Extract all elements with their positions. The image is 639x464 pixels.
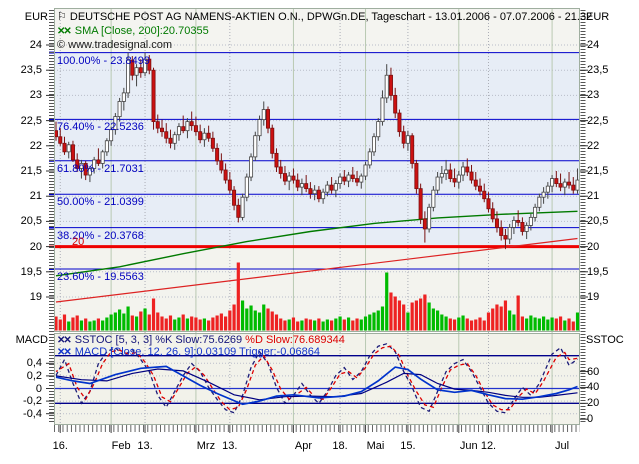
price-tick-label-right: 22,5	[587, 115, 608, 127]
price-tick-label-left: 19,5	[0, 266, 42, 278]
price-tick-label-right: 19	[587, 291, 599, 303]
stoch-tick-label: 40	[587, 381, 599, 393]
price-tick-label-right: 21	[587, 190, 599, 202]
red-hline-label: 20	[72, 236, 84, 248]
stoch-k-legend-text: SSTOC [5, 3, 3] %K Slow:75.6269	[75, 334, 242, 346]
price-tick-label-right: 23	[587, 89, 599, 101]
macd-legend-text: MACD [Close, 12, 26, 9]:0.03109 Trigger:…	[75, 346, 320, 358]
macd-tick-label: -0,4	[0, 408, 42, 420]
formula-icon: ✕✕	[57, 26, 70, 37]
x-axis-tick-label: 16.	[53, 440, 68, 452]
stoch-tick-label: 60	[587, 366, 599, 378]
price-tick-label-left: 22	[0, 140, 42, 152]
sma-legend[interactable]: ✕✕ SMA [Close, 200]:20.70355	[57, 25, 209, 38]
price-tick-label-left: 21,5	[0, 165, 42, 177]
x-axis-tick-label: Mai	[367, 440, 385, 452]
macd-tick-label: -0,2	[0, 395, 42, 407]
stoch-tick-label: 20	[587, 397, 599, 409]
stoch-axis-title: SSTOC	[586, 334, 624, 346]
price-tick-label-right: 19,5	[587, 266, 608, 278]
formula-icon: ✕✕	[57, 347, 70, 358]
x-axis-tick-label: 13.	[222, 440, 237, 452]
sma-legend-text: SMA [Close, 200]:20.70355	[75, 25, 209, 37]
x-axis-tick-label: 15.	[400, 440, 415, 452]
formula-icon: ✕✕	[57, 335, 70, 346]
price-tick-label-right: 20,5	[587, 215, 608, 227]
macd-tick-label: 0,4	[0, 357, 42, 369]
macd-axis-title: MACD	[0, 334, 48, 346]
price-tick-label-right: 24	[587, 39, 599, 51]
price-tick-label-left: 19	[0, 291, 42, 303]
price-tick-label-right: 22	[587, 140, 599, 152]
x-axis-tick-label: 13.	[137, 440, 152, 452]
fib-level-label: 38.20% - 20.3768	[57, 230, 144, 242]
macd-tick-label: 0	[0, 383, 42, 395]
copyright-text: © www.tradesignal.com	[57, 39, 172, 51]
price-tick-label-left: 21	[0, 190, 42, 202]
fib-level-label: 76.40% - 22.5236	[57, 121, 144, 133]
price-tick-label-left: 20	[0, 241, 42, 253]
price-tick-label-left: 24	[0, 39, 42, 51]
fib-level-label: 61.80% - 21.7031	[57, 163, 144, 175]
price-tick-label-right: 20	[587, 241, 599, 253]
x-axis-tick-label: 12.	[481, 440, 496, 452]
x-axis-tick-label: Mrz	[197, 440, 215, 452]
macd-tick-label: 0,2	[0, 370, 42, 382]
chart-title: ⚐DEUTSCHE POST AG NAMENS-AKTIEN O.N., DP…	[57, 11, 592, 23]
x-axis-tick-label: Jul	[555, 440, 569, 452]
x-axis-tick-label: 18.	[332, 440, 347, 452]
fib-level-label: 100.00% - 23.8499	[57, 55, 150, 67]
x-axis-tick-label: Feb	[112, 440, 131, 452]
stoch-tick-label: 0	[587, 413, 593, 425]
price-tick-label-right: 21,5	[587, 165, 608, 177]
x-axis-tick-label: Jun	[460, 440, 478, 452]
macd-legend[interactable]: ✕✕ MACD [Close, 12, 26, 9]:0.03109 Trigge…	[57, 346, 320, 359]
chart-title-text: DEUTSCHE POST AG NAMENS-AKTIEN O.N., DPW…	[70, 11, 592, 23]
price-tick-label-left: 23	[0, 89, 42, 101]
tradesignal-chart-window: EUR EUR MACD SSTOC ⚐DEUTSCHE POST AG NAM…	[0, 0, 639, 464]
x-axis-tick-label: Apr	[295, 440, 312, 452]
price-tick-label-left: 23,5	[0, 64, 42, 76]
stoch-d-legend-text: %D Slow:76.689344	[245, 334, 345, 346]
fib-level-label: 23.60% - 19.5563	[57, 271, 144, 283]
flag-icon: ⚐	[57, 11, 67, 23]
price-tick-label-right: 23,5	[587, 64, 608, 76]
price-axis-unit-left: EUR	[0, 11, 48, 23]
price-tick-label-left: 22,5	[0, 115, 42, 127]
fib-level-label: 50.00% - 21.0399	[57, 196, 144, 208]
price-tick-label-left: 20,5	[0, 215, 42, 227]
